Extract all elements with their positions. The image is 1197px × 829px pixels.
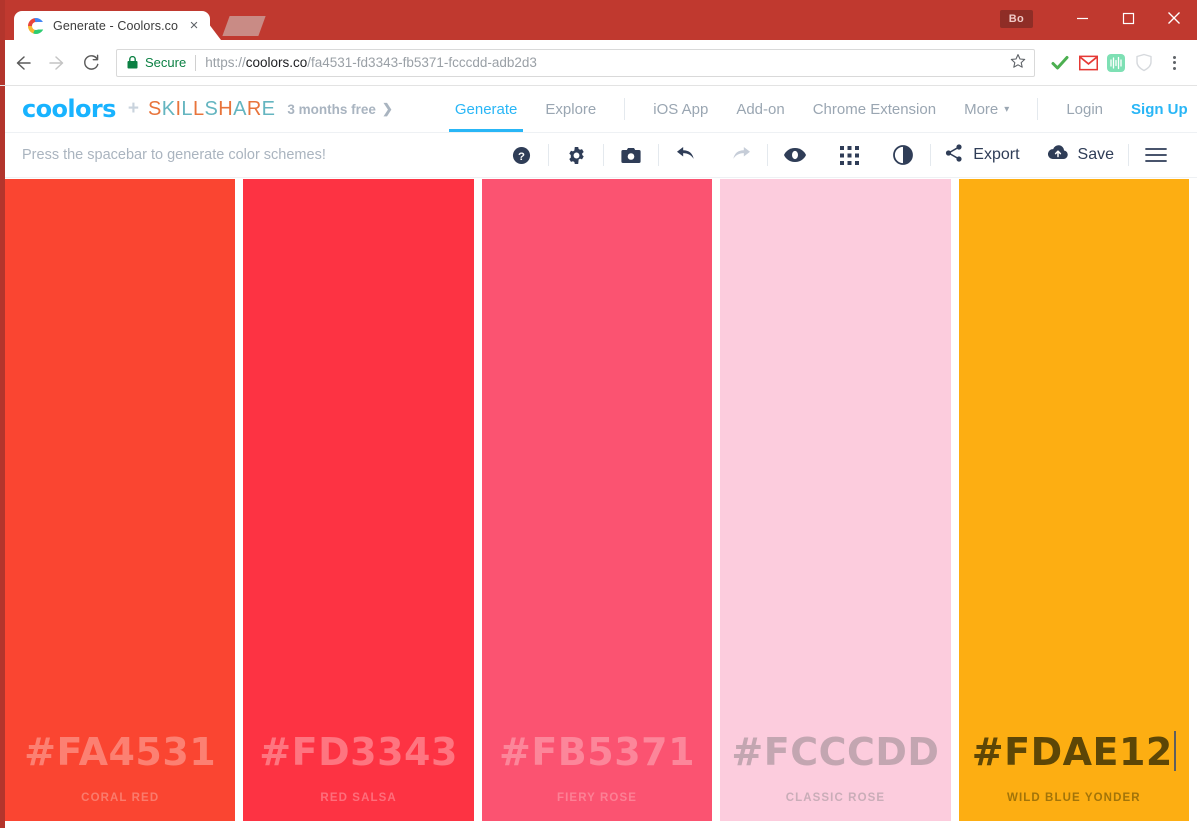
browser-toolbar: Secure https://coolors.co/fa4531-fd3343-… [0, 40, 1197, 86]
color-swatch[interactable]: #FA4531 CORAL RED [5, 179, 236, 828]
promo-label[interactable]: 3 months free [287, 102, 376, 117]
security-label: Secure [145, 55, 187, 70]
new-tab-button[interactable] [222, 16, 266, 36]
omnibox-divider [195, 54, 197, 71]
swatch-name: CLASSIC ROSE [785, 792, 886, 804]
swatch-hex[interactable]: #FCCCDD [731, 733, 939, 771]
hamburger-menu-icon[interactable] [1129, 132, 1183, 178]
forward-icon[interactable] [40, 46, 74, 80]
swatch-name: WILD BLUE YONDER [1006, 792, 1141, 804]
gmail-icon[interactable] [1075, 50, 1101, 76]
swatch-hex-value: #FDAE12 [971, 730, 1173, 774]
plus-separator: + [127, 98, 139, 119]
save-button[interactable]: Save [1034, 132, 1128, 178]
swatch-hex[interactable]: #FB5371 [499, 733, 695, 771]
lock-icon [127, 56, 138, 69]
check-icon[interactable] [1047, 50, 1073, 76]
swatch-name: FIERY ROSE [557, 792, 638, 804]
nav-item-generate[interactable]: Generate [441, 86, 532, 132]
redo-icon[interactable] [713, 132, 767, 178]
account-nav: Login Sign Up [1023, 86, 1197, 132]
minimize-icon[interactable] [1059, 0, 1105, 36]
text-cursor [1173, 731, 1176, 771]
url-text: https://coolors.co/fa4531-fd3343-fb5371-… [205, 55, 537, 70]
export-button[interactable]: Export [931, 132, 1033, 178]
site-header: coolors + SKILLSHARE 3 months free ❯ Gen… [0, 86, 1197, 132]
nav-item-explore[interactable]: Explore [531, 86, 610, 132]
login-button[interactable]: Login [1052, 86, 1117, 132]
color-swatch[interactable]: #FB5371 FIERY ROSE [481, 179, 713, 828]
skillshare-logo[interactable]: SKILLSHARE [148, 98, 275, 121]
window-controls: Bo [999, 0, 1197, 36]
svg-text:?: ? [518, 150, 525, 162]
contrast-icon[interactable] [876, 132, 930, 178]
main-nav: Generate Explore iOS App Add-on Chrome E… [441, 86, 1023, 132]
tab-title: Generate - Coolors.co [53, 18, 179, 33]
view-icon[interactable] [768, 132, 822, 178]
chevron-right-icon[interactable]: ❯ [382, 101, 393, 117]
reload-icon[interactable] [74, 46, 108, 80]
nav-item-ios-app[interactable]: iOS App [639, 86, 722, 132]
signup-button[interactable]: Sign Up [1117, 86, 1197, 132]
color-swatch[interactable]: #FCCCDD CLASSIC ROSE [720, 179, 951, 828]
address-bar[interactable]: Secure https://coolors.co/fa4531-fd3343-… [116, 48, 1035, 77]
settings-gear-icon[interactable] [549, 132, 603, 178]
grid-icon[interactable] [822, 132, 876, 178]
color-swatch-editing[interactable]: #FDAE12 WILD BLUE YONDER [958, 179, 1190, 828]
color-swatch[interactable]: #FD3343 RED SALSA [243, 179, 474, 828]
extension-icons [1047, 50, 1157, 76]
tab-shape [199, 11, 221, 40]
coolors-favicon-icon [28, 17, 44, 34]
swatch-hex[interactable]: #FD3343 [259, 733, 458, 771]
browser-window: Generate - Coolors.co × Bo Secure https:… [0, 0, 1197, 829]
back-icon[interactable] [6, 46, 40, 80]
star-icon[interactable] [1002, 53, 1026, 73]
share-icon [945, 143, 963, 167]
coolors-app: coolors + SKILLSHARE 3 months free ❯ Gen… [0, 86, 1197, 828]
nav-item-more-label: More [964, 100, 999, 118]
swatch-hex[interactable]: #FA4531 [24, 733, 216, 771]
nav-divider-right [1037, 98, 1039, 120]
swatch-name: RED SALSA [320, 792, 397, 804]
chevron-down-icon: ▾ [1004, 103, 1010, 115]
undo-icon[interactable] [659, 132, 713, 178]
color-palette: #FA4531 CORAL RED #FD3343 RED SALSA #FB5… [0, 179, 1197, 828]
chrome-menu-icon[interactable] [1161, 49, 1187, 77]
window-edge [0, 0, 5, 40]
audio-waveform-icon[interactable] [1103, 50, 1129, 76]
save-label: Save [1077, 146, 1114, 163]
browser-tab[interactable]: Generate - Coolors.co × [14, 11, 221, 40]
shield-icon[interactable] [1131, 50, 1157, 76]
nav-divider [624, 98, 626, 120]
help-icon[interactable]: ? [494, 132, 548, 178]
close-icon[interactable] [1151, 0, 1197, 36]
coolors-logo[interactable]: coolors [22, 95, 116, 123]
swatch-hex-input[interactable]: #FDAE12 [972, 731, 1176, 771]
nav-item-chrome-extension[interactable]: Chrome Extension [799, 86, 950, 132]
profile-chip[interactable]: Bo [999, 10, 1033, 28]
swatch-name: CORAL RED [81, 792, 160, 804]
nav-item-add-on[interactable]: Add-on [722, 86, 798, 132]
url-path: /fa4531-fd3343-fb5371-fcccdd-adb2d3 [307, 55, 537, 70]
url-host: coolors.co [245, 55, 308, 70]
browser-titlebar: Generate - Coolors.co × Bo [0, 0, 1197, 40]
palette-bottom-strip [0, 821, 1197, 828]
camera-icon[interactable] [604, 132, 658, 178]
spacebar-hint: Press the spacebar to generate color sch… [22, 147, 326, 163]
app-toolbar: Press the spacebar to generate color sch… [0, 132, 1197, 178]
maximize-icon[interactable] [1105, 0, 1151, 36]
export-label: Export [973, 146, 1020, 163]
url-scheme: https:// [205, 55, 246, 70]
cloud-upload-icon [1047, 145, 1068, 165]
toolbar-icons: ? Export Save [494, 132, 1183, 178]
nav-item-more[interactable]: More ▾ [950, 86, 1023, 132]
